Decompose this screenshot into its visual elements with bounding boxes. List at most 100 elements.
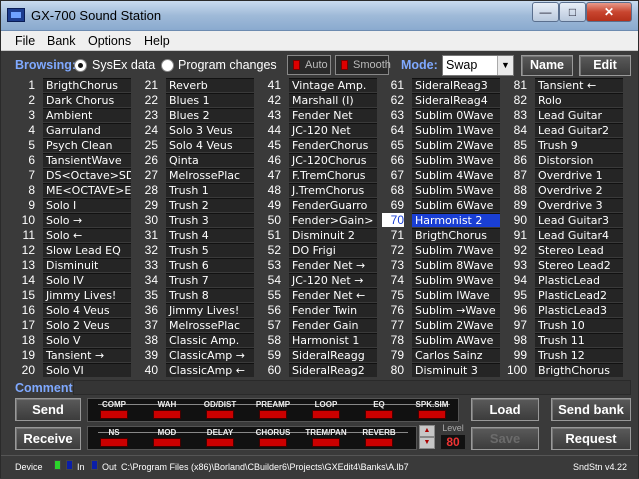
- patch-name[interactable]: ME<OCTAVE>EM: [43, 183, 131, 197]
- auto-toggle[interactable]: Auto: [287, 55, 331, 75]
- patch-number[interactable]: 64: [382, 123, 404, 137]
- patch-number[interactable]: 31: [136, 228, 158, 242]
- patch-name[interactable]: Trush 8: [166, 288, 254, 302]
- fx-led-icon[interactable]: [365, 410, 393, 419]
- patch-number[interactable]: 14: [13, 273, 35, 287]
- patch-number[interactable]: 52: [259, 243, 281, 257]
- patch-number[interactable]: 87: [505, 168, 527, 182]
- patch-number[interactable]: 57: [259, 318, 281, 332]
- patch-number[interactable]: 27: [136, 168, 158, 182]
- patch-name[interactable]: Slow Lead EQ: [43, 243, 131, 257]
- patch-name[interactable]: FenderChorus: [289, 138, 377, 152]
- fx-led-icon[interactable]: [259, 410, 287, 419]
- patch-name[interactable]: Trush 10: [535, 318, 623, 332]
- patch-number[interactable]: 51: [259, 228, 281, 242]
- send-button[interactable]: Send: [15, 398, 81, 421]
- patch-name[interactable]: Overdrive 2: [535, 183, 623, 197]
- menu-help[interactable]: Help: [144, 34, 170, 48]
- patch-name[interactable]: Qinta: [166, 153, 254, 167]
- patch-name[interactable]: Solo V: [43, 333, 131, 347]
- patch-name[interactable]: PlasticLead2: [535, 288, 623, 302]
- patch-name[interactable]: SideralReagg: [289, 348, 377, 362]
- patch-name[interactable]: Stereo Lead: [535, 243, 623, 257]
- patch-name[interactable]: JC-120 Net →: [289, 273, 377, 287]
- sysex-radio[interactable]: [74, 59, 87, 72]
- patch-number[interactable]: 30: [136, 213, 158, 227]
- patch-number[interactable]: 83: [505, 108, 527, 122]
- patch-name[interactable]: Sublim IWave: [412, 288, 500, 302]
- patch-number[interactable]: 73: [382, 258, 404, 272]
- patch-name[interactable]: Garruland: [43, 123, 131, 137]
- fx-led-icon[interactable]: [206, 410, 234, 419]
- fx-led-icon[interactable]: [153, 438, 181, 447]
- patch-number[interactable]: 68: [382, 183, 404, 197]
- patch-number[interactable]: 17: [13, 318, 35, 332]
- patch-name[interactable]: Solo ←: [43, 228, 131, 242]
- patch-number[interactable]: 22: [136, 93, 158, 107]
- patch-number[interactable]: 77: [382, 318, 404, 332]
- patch-number[interactable]: 9: [13, 198, 35, 212]
- smooth-toggle[interactable]: Smooth: [335, 55, 391, 75]
- patch-number[interactable]: 43: [259, 108, 281, 122]
- patch-number[interactable]: 58: [259, 333, 281, 347]
- patch-number[interactable]: 70: [382, 213, 404, 227]
- patch-number[interactable]: 25: [136, 138, 158, 152]
- patch-name[interactable]: FenderGuarro: [289, 198, 377, 212]
- patch-name[interactable]: Fender Gain: [289, 318, 377, 332]
- patch-name[interactable]: Dark Chorus: [43, 93, 131, 107]
- request-button[interactable]: Request: [551, 427, 631, 450]
- patch-number[interactable]: 89: [505, 198, 527, 212]
- patch-name[interactable]: Rolo: [535, 93, 623, 107]
- patch-name[interactable]: Sublim 2Wave: [412, 138, 500, 152]
- patch-number[interactable]: 93: [505, 258, 527, 272]
- patch-number[interactable]: 92: [505, 243, 527, 257]
- patch-number[interactable]: 61: [382, 78, 404, 92]
- patch-name[interactable]: Jimmy Lives!: [166, 303, 254, 317]
- patch-number[interactable]: 10: [13, 213, 35, 227]
- patch-number[interactable]: 45: [259, 138, 281, 152]
- patch-number[interactable]: 44: [259, 123, 281, 137]
- patch-name[interactable]: Trush 5: [166, 243, 254, 257]
- patch-number[interactable]: 85: [505, 138, 527, 152]
- patch-name[interactable]: Solo I: [43, 198, 131, 212]
- patch-name[interactable]: Reverb: [166, 78, 254, 92]
- patch-number[interactable]: 98: [505, 333, 527, 347]
- patch-number[interactable]: 2: [13, 93, 35, 107]
- patch-name[interactable]: Sublim →Wave: [412, 303, 500, 317]
- patch-name[interactable]: Overdrive 3: [535, 198, 623, 212]
- patch-name[interactable]: BrigthChorus: [412, 228, 500, 242]
- patch-name[interactable]: Sublim 6Wave: [412, 198, 500, 212]
- patch-name[interactable]: Solo 3 Veus: [166, 123, 254, 137]
- patch-number[interactable]: 33: [136, 258, 158, 272]
- patch-name[interactable]: MelrossePlac: [166, 318, 254, 332]
- patch-number[interactable]: 65: [382, 138, 404, 152]
- patch-number[interactable]: 55: [259, 288, 281, 302]
- menu-file[interactable]: File: [15, 34, 35, 48]
- patch-name[interactable]: DO Frigi: [289, 243, 377, 257]
- patch-number[interactable]: 49: [259, 198, 281, 212]
- fx-led-icon[interactable]: [418, 410, 446, 419]
- patch-number[interactable]: 63: [382, 108, 404, 122]
- patch-name[interactable]: SideralReag2: [289, 363, 377, 377]
- patch-name[interactable]: TansientWave: [43, 153, 131, 167]
- patch-number[interactable]: 6: [13, 153, 35, 167]
- patch-name[interactable]: Trush 12: [535, 348, 623, 362]
- patch-name[interactable]: JC-120 Net: [289, 123, 377, 137]
- patch-name[interactable]: Disminuit 3: [412, 363, 500, 377]
- patch-number[interactable]: 26: [136, 153, 158, 167]
- patch-number[interactable]: 75: [382, 288, 404, 302]
- patch-number[interactable]: 23: [136, 108, 158, 122]
- patch-name[interactable]: Solo VI: [43, 363, 131, 377]
- patch-number[interactable]: 24: [136, 123, 158, 137]
- patch-name[interactable]: Trush 1: [166, 183, 254, 197]
- edit-button[interactable]: Edit: [579, 55, 631, 76]
- patch-name[interactable]: DS<Octave>SD: [43, 168, 131, 182]
- patch-name[interactable]: Overdrive 1: [535, 168, 623, 182]
- patch-number[interactable]: 99: [505, 348, 527, 362]
- patch-number[interactable]: 47: [259, 168, 281, 182]
- patch-name[interactable]: Fender Net ←: [289, 288, 377, 302]
- patch-number[interactable]: 82: [505, 93, 527, 107]
- patch-number[interactable]: 28: [136, 183, 158, 197]
- patch-name[interactable]: Sublim 9Wave: [412, 273, 500, 287]
- fx-led-icon[interactable]: [312, 410, 340, 419]
